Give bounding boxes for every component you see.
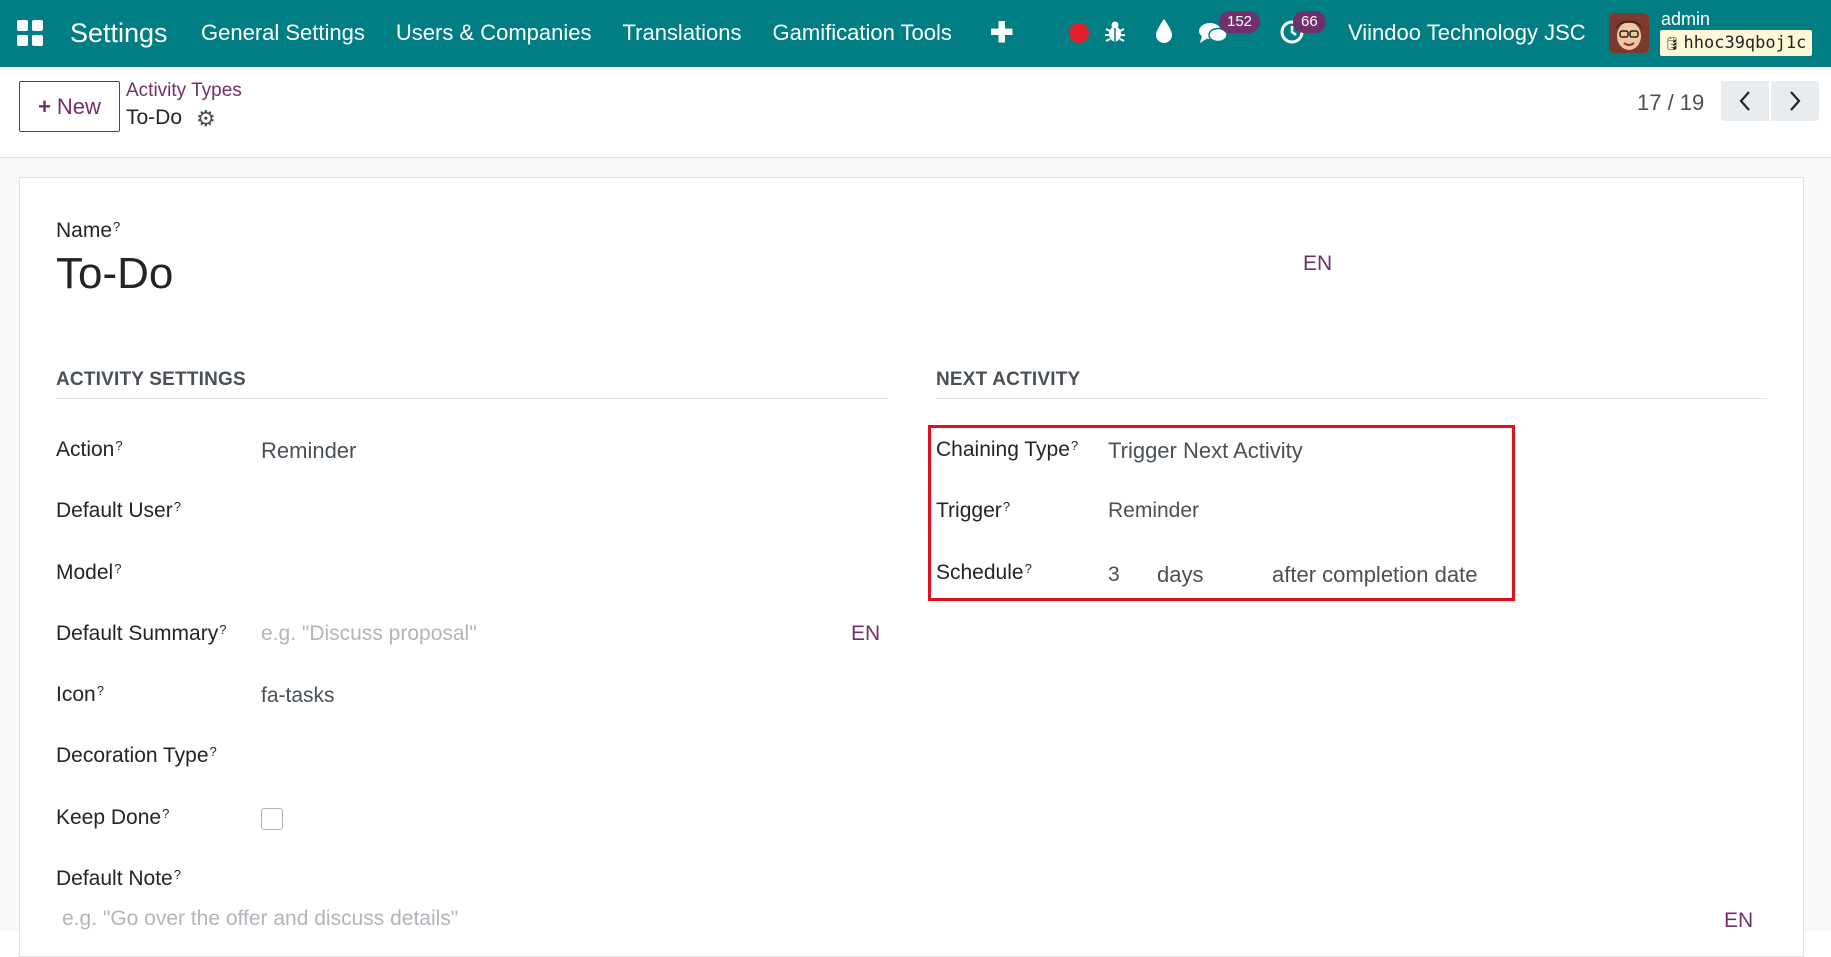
default-summary-translate-button[interactable]: EN: [851, 620, 880, 648]
new-button[interactable]: + New: [19, 81, 120, 132]
name-label: Name?: [56, 219, 121, 242]
menu-users-companies[interactable]: Users & Companies: [396, 18, 592, 48]
apps-menu-icon[interactable]: [17, 20, 43, 46]
quick-create-plus-icon[interactable]: ✚: [990, 18, 1013, 48]
decoration-type-label: Decoration Type?: [56, 744, 217, 767]
new-button-label: New: [56, 94, 101, 119]
company-switcher[interactable]: Viindoo Technology JSC: [1348, 18, 1586, 48]
menu-translations[interactable]: Translations: [623, 18, 742, 48]
default-note-label: Default Note?: [56, 867, 181, 890]
keep-done-help-icon[interactable]: ?: [162, 806, 169, 821]
default-note-help-icon[interactable]: ?: [174, 867, 181, 882]
chevron-left-icon: [1739, 91, 1750, 111]
icon-input[interactable]: fa-tasks: [261, 682, 335, 710]
default-note-input[interactable]: e.g. "Go over the offer and discuss deta…: [62, 905, 458, 933]
default-summary-input[interactable]: e.g. "Discuss proposal": [261, 620, 477, 648]
record-icon[interactable]: [1069, 23, 1089, 43]
app-title[interactable]: Settings: [70, 14, 168, 52]
default-user-help-icon[interactable]: ?: [174, 499, 181, 514]
plus-icon: +: [38, 94, 51, 119]
next-activity-divider: [936, 398, 1767, 399]
activities-count-badge: 66: [1293, 11, 1326, 33]
theme-drop-icon[interactable]: [1155, 18, 1173, 49]
menu-general-settings[interactable]: General Settings: [201, 18, 365, 48]
keep-done-label: Keep Done?: [56, 806, 170, 829]
breadcrumb-activity-types[interactable]: Activity Types: [126, 79, 242, 103]
control-panel: + New Activity Types To-Do ⚙ 17 / 19: [0, 67, 1831, 158]
database-icon: 🛢: [1664, 37, 1681, 52]
database-name: hhoc39qboj1c: [1683, 33, 1807, 53]
gear-icon[interactable]: ⚙: [196, 108, 216, 130]
chevron-right-icon: [1790, 91, 1801, 111]
default-summary-label: Default Summary?: [56, 622, 227, 645]
default-user-label: Default User?: [56, 499, 181, 522]
next-activity-title: NEXT ACTIVITY: [936, 369, 1081, 390]
name-input[interactable]: To-Do: [56, 246, 173, 302]
model-label: Model?: [56, 561, 122, 584]
activity-settings-divider: [56, 398, 888, 399]
form-sheet: [19, 177, 1804, 957]
icon-label: Icon?: [56, 683, 104, 706]
icon-help-icon[interactable]: ?: [97, 683, 104, 698]
action-help-icon[interactable]: ?: [115, 438, 122, 453]
pager-previous-button[interactable]: [1721, 81, 1769, 121]
menu-gamification-tools[interactable]: Gamification Tools: [773, 18, 952, 48]
action-label: Action?: [56, 438, 123, 461]
decoration-type-help-icon[interactable]: ?: [210, 744, 217, 759]
user-avatar[interactable]: [1609, 13, 1649, 53]
model-help-icon[interactable]: ?: [114, 561, 121, 576]
breadcrumb-current: To-Do: [126, 106, 183, 129]
action-select[interactable]: Reminder: [261, 437, 356, 465]
messages-count-badge: 152: [1219, 11, 1261, 33]
default-summary-help-icon[interactable]: ?: [219, 622, 226, 637]
database-chip: 🛢 hhoc39qboj1c: [1660, 30, 1813, 56]
activity-settings-title: ACTIVITY SETTINGS: [56, 369, 246, 390]
main-menu: General Settings Users & Companies Trans…: [201, 18, 983, 48]
top-navbar: Settings General Settings Users & Compan…: [0, 0, 1831, 67]
annotation-highlight-box: [928, 425, 1515, 601]
debug-bug-icon[interactable]: [1104, 20, 1126, 49]
keep-done-checkbox[interactable]: [261, 808, 283, 830]
user-name[interactable]: admin: [1661, 8, 1710, 30]
name-translate-button[interactable]: EN: [1303, 250, 1332, 278]
pager-next-button[interactable]: [1771, 81, 1819, 121]
name-help-icon[interactable]: ?: [113, 219, 120, 234]
pager-value[interactable]: 17 / 19: [1637, 86, 1704, 120]
